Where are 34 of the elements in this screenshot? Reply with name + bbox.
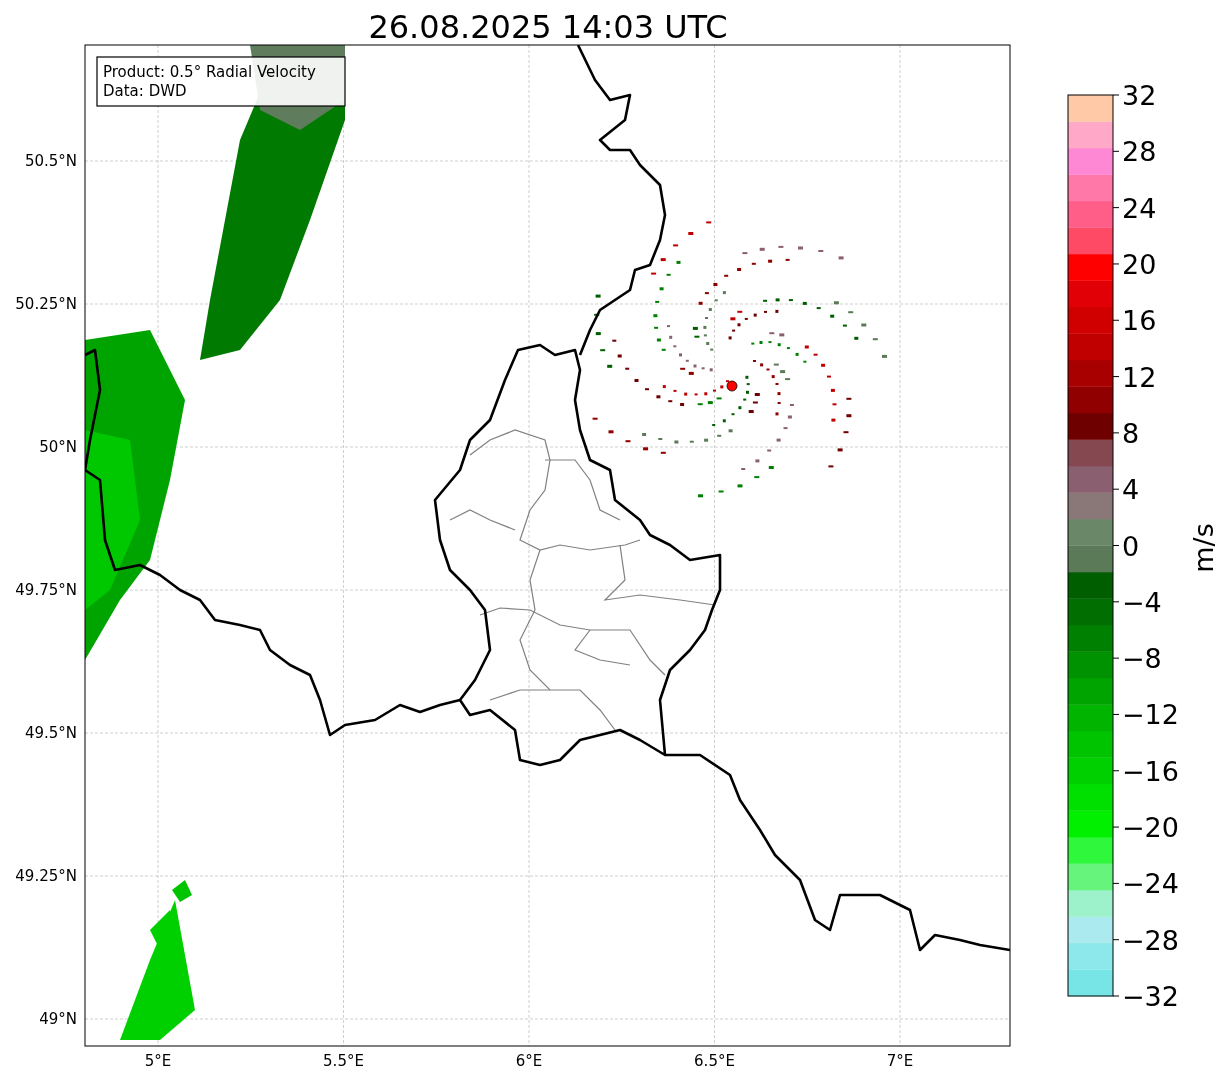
colorbar-tick-label: 4 (1122, 474, 1140, 506)
axis-tick-label: 49°N (39, 1010, 77, 1028)
info-text: Data: DWD (103, 82, 187, 100)
colorbar-tick-label: 16 (1122, 305, 1157, 337)
axis-tick-label: 7°E (886, 1052, 914, 1070)
colorbar-tick-label: −28 (1122, 924, 1179, 956)
colorbar-tick-label: −20 (1122, 812, 1179, 844)
radar-site-marker (726, 380, 738, 392)
colorbar-tick-label: −32 (1122, 981, 1179, 1012)
axis-tick-label: 50.5°N (24, 152, 77, 170)
axis-tick-label: 49.25°N (15, 867, 77, 885)
colorbar-tick-label: −4 (1122, 586, 1162, 618)
axis-tick-label: 6.5°E (694, 1052, 735, 1070)
axis-tick-label: 5°E (144, 1052, 172, 1070)
colorbar-tick-label: 24 (1122, 192, 1157, 224)
axis-tick-label: 50°N (39, 438, 77, 456)
axis-tick-label: 49.5°N (24, 724, 77, 742)
colorbar-tick-label: 32 (1122, 80, 1157, 111)
info-text: Product: 0.5° Radial Velocity (103, 63, 316, 81)
axis-tick-label: 49.75°N (15, 581, 77, 599)
colorbar-tick-label: 0 (1122, 530, 1140, 562)
axis-tick-label: 6°E (515, 1052, 543, 1070)
chart-title: 26.08.2025 14:03 UTC (368, 8, 728, 46)
colorbar-tick-label: 8 (1122, 417, 1140, 449)
colorbar-tick-label: 12 (1122, 361, 1157, 393)
colorbar-tick-label: 20 (1122, 248, 1157, 280)
colorbar-tick-label: 28 (1122, 136, 1157, 168)
axis-tick-label: 5.5°E (323, 1052, 364, 1070)
axis-tick-label: 50.25°N (15, 295, 77, 313)
colorbar-tick-label: −8 (1122, 643, 1162, 675)
colorbar-tick-label: −24 (1122, 868, 1179, 900)
colorbar-tick-label: −12 (1122, 699, 1179, 731)
colorbar-tick-label: −16 (1122, 755, 1179, 787)
colorbar-label: m/s (1188, 523, 1219, 573)
